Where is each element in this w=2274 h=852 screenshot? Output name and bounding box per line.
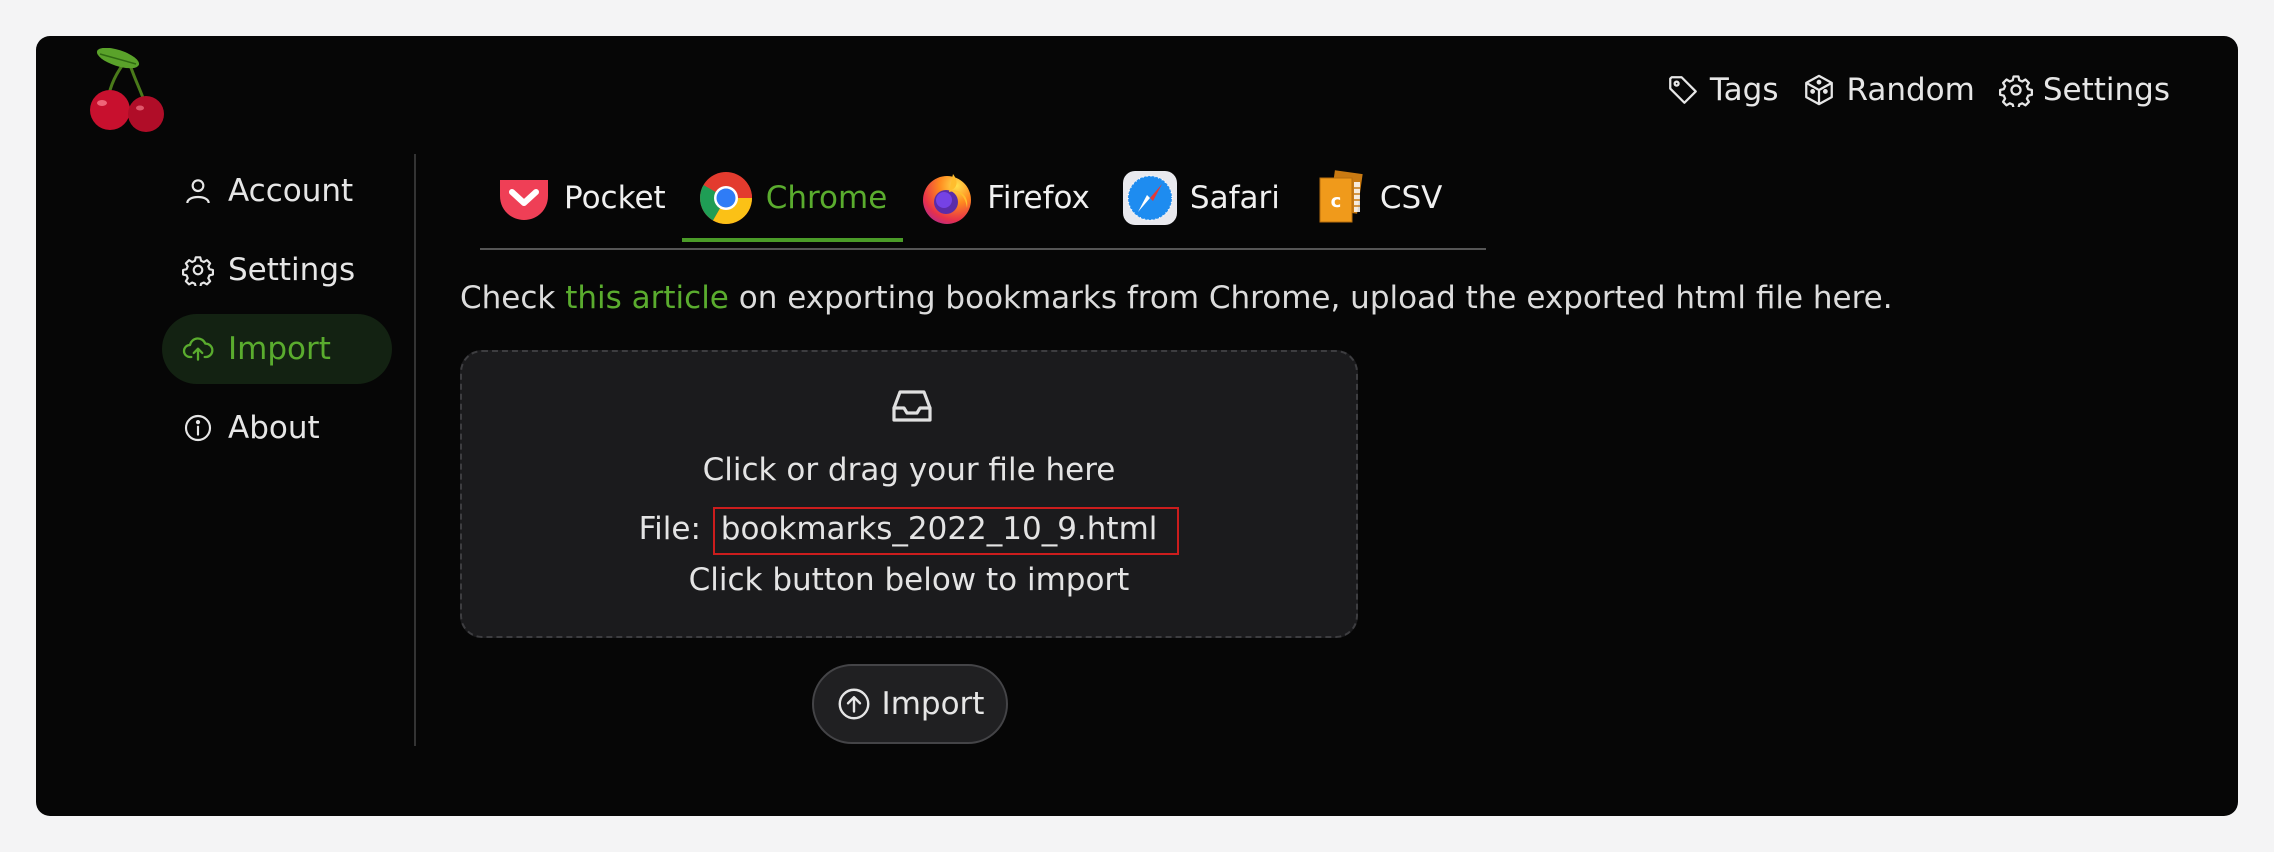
chrome-icon [699,172,752,224]
nav-tags[interactable]: Tags [1666,72,1779,108]
csv-icon: c [1319,170,1363,223]
tab-label: Chrome [765,180,888,216]
nav-random[interactable]: Random [1802,72,1975,108]
cloud-upload-icon [182,337,214,361]
settings-sidebar: Account Settings Import About [162,156,392,472]
nav-random-label: Random [1846,72,1975,108]
tab-chrome[interactable]: Chrome [681,158,904,242]
safari-icon [1122,171,1177,225]
tab-safari[interactable]: Safari [1106,158,1296,238]
sidebar-item-label: Account [228,173,354,209]
tab-label: Firefox [987,180,1090,216]
description-prefix: Check [460,280,566,316]
firefox-icon [923,174,972,224]
nav-tags-label: Tags [1709,72,1779,108]
description-suffix: on exporting bookmarks from Chrome, uplo… [728,280,1893,316]
dropzone-hint: Click button below to import [688,562,1130,598]
sidebar-divider [414,154,416,746]
import-description: Check this article on exporting bookmark… [460,280,1893,316]
import-button[interactable]: Import [812,664,1008,744]
pocket-icon [500,180,548,220]
tab-csv[interactable]: c CSV [1296,158,1459,238]
tab-label: Pocket [564,180,666,216]
sidebar-item-import[interactable]: Import [162,314,392,384]
app-window: Tags Random Settings Account Settings Im… [36,36,2238,816]
file-dropzone[interactable]: Click or drag your file here File: bookm… [460,350,1358,638]
sidebar-item-settings[interactable]: Settings [162,235,392,305]
user-icon [186,179,210,204]
import-button-label: Import [881,686,985,722]
svg-text:c: c [1331,191,1342,212]
dropzone-file-row: File: bookmarks_2022_10_9.html [462,507,1356,555]
cherry-logo-icon[interactable] [88,48,170,132]
import-source-tabs: Pocket Chrome Firefox Safari c CSV [480,166,1486,250]
gear-icon [182,256,214,286]
nav-settings-label: Settings [2042,72,2170,108]
tab-label: Safari [1189,180,1280,216]
article-link[interactable]: this article [565,280,729,316]
tag-icon [1668,76,1697,104]
sidebar-item-about[interactable]: About [162,393,392,463]
selected-file-name: bookmarks_2022_10_9.html [712,507,1180,555]
top-nav: Tags Random Settings [1666,72,2170,108]
cube-icon [1805,74,1834,106]
arrow-up-circle-icon [838,688,869,720]
tab-pocket[interactable]: Pocket [480,158,682,238]
sidebar-item-label: Settings [228,252,356,288]
info-icon [184,414,212,442]
inbox-icon [892,390,932,422]
tab-firefox[interactable]: Firefox [903,158,1106,238]
sidebar-item-account[interactable]: Account [162,156,392,226]
file-label: File: [638,511,701,547]
dropzone-instruction: Click or drag your file here [702,452,1116,488]
sidebar-item-label: About [228,410,320,446]
tab-label: CSV [1379,180,1443,216]
nav-settings[interactable]: Settings [1998,72,2170,108]
gear-icon [1998,75,2033,107]
sidebar-item-label: Import [228,331,331,367]
